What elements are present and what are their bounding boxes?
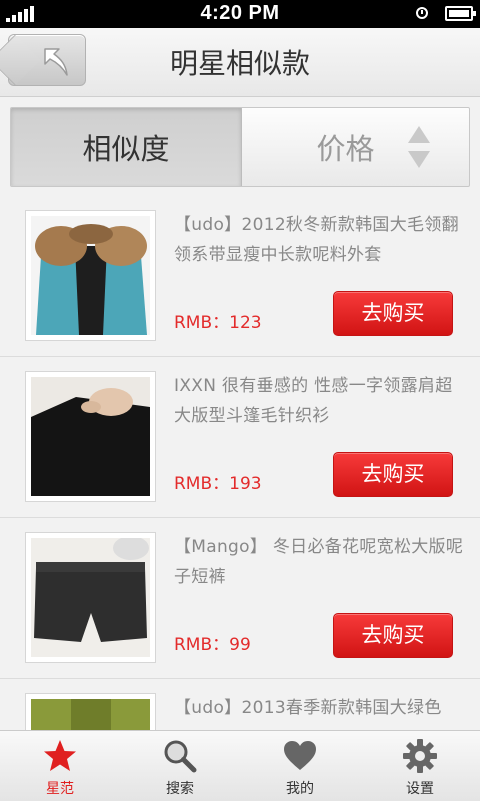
sort-arrows-icon <box>408 126 430 168</box>
buy-button[interactable]: 去购买 <box>333 452 453 497</box>
status-time: 4:20 PM <box>200 2 280 24</box>
tab-settings[interactable]: 设置 <box>360 731 480 801</box>
product-image[interactable] <box>25 371 156 502</box>
nav-header: 明星相似款 <box>0 28 480 97</box>
product-item[interactable]: IXXN 很有垂感的 性感一字领露肩超大版型斗篷毛针织衫 RMB：193 去购买 <box>0 357 480 518</box>
tab-search[interactable]: 搜索 <box>120 731 240 801</box>
tab-similarity-label: 相似度 <box>82 132 170 166</box>
shorts-image <box>31 538 150 657</box>
product-price: RMB：193 <box>174 474 262 494</box>
product-title[interactable]: IXXN 很有垂感的 性感一字领露肩超大版型斗篷毛针织衫 <box>174 371 464 431</box>
coat-image <box>31 216 150 335</box>
star-icon <box>44 740 76 771</box>
tab-label: 星范 <box>46 781 74 797</box>
status-bar: 4:20 PM <box>0 0 480 28</box>
sort-bar: 相似度 价格 <box>10 107 470 187</box>
product-title[interactable]: 【udo】2012秋冬新款韩国大毛领翻领系带显瘦中长款呢料外套 <box>174 210 464 270</box>
product-price: RMB：99 <box>174 635 251 655</box>
heart-icon <box>284 741 316 770</box>
product-title[interactable]: 【Mango】 冬日必备花呢宽松大版呢子短裤 <box>174 532 464 592</box>
product-list[interactable]: 【udo】2012秋冬新款韩国大毛领翻领系带显瘦中长款呢料外套 RMB：123 … <box>0 196 480 730</box>
product-title[interactable]: 【udo】2013春季新款韩国大绿色 <box>174 693 464 723</box>
tab-bar: 星范 搜索 我的 设置 <box>0 730 480 801</box>
tab-label: 设置 <box>406 781 434 797</box>
buy-button[interactable]: 去购买 <box>333 613 453 658</box>
tab-label: 我的 <box>286 781 314 797</box>
tab-label: 搜索 <box>166 781 194 797</box>
product-image[interactable] <box>25 693 156 730</box>
product-image[interactable] <box>25 210 156 341</box>
tab-price[interactable]: 价格 <box>242 108 469 186</box>
product-item[interactable]: 【udo】2013春季新款韩国大绿色 <box>0 679 480 730</box>
battery-icon <box>445 6 476 21</box>
product-price: RMB：123 <box>174 313 262 333</box>
page-title: 明星相似款 <box>169 47 310 80</box>
alarm-clock-icon <box>416 7 428 19</box>
tab-mine[interactable]: 我的 <box>240 731 360 801</box>
tab-similarity[interactable]: 相似度 <box>11 108 242 186</box>
product-item[interactable]: 【udo】2012秋冬新款韩国大毛领翻领系带显瘦中长款呢料外套 RMB：123 … <box>0 196 480 357</box>
green-coat-image <box>31 699 150 730</box>
tab-star[interactable]: 星范 <box>0 731 120 801</box>
magnifier-icon <box>164 740 197 773</box>
product-item[interactable]: 【Mango】 冬日必备花呢宽松大版呢子短裤 RMB：99 去购买 <box>0 518 480 679</box>
tab-price-label: 价格 <box>316 132 375 166</box>
gear-icon <box>403 739 437 773</box>
buy-button[interactable]: 去购买 <box>333 291 453 336</box>
product-image[interactable] <box>25 532 156 663</box>
sweater-image <box>31 377 150 496</box>
